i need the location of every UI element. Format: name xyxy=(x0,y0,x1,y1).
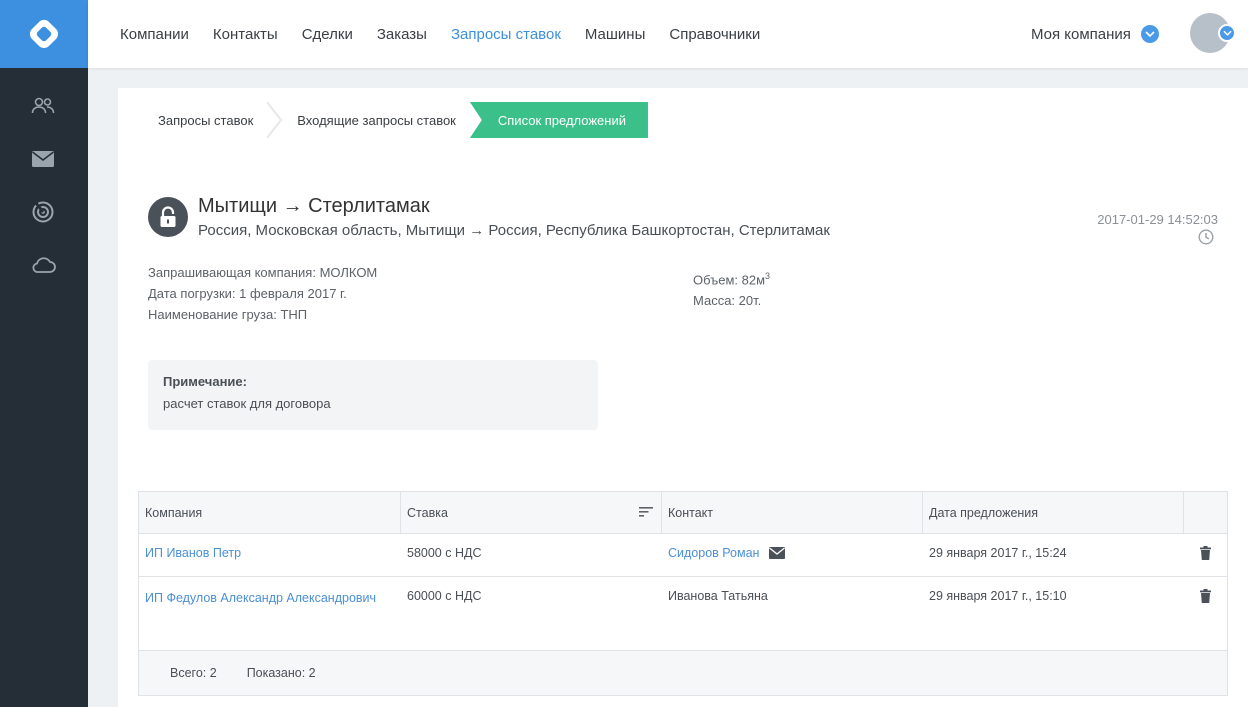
request-timestamp: 2017-01-29 14:52:03 xyxy=(1097,212,1218,227)
app-logo[interactable] xyxy=(0,0,88,68)
route-to: Стерлитамак xyxy=(308,195,430,217)
top-navigation: Компании Контакты Сделки Заказы Запросы … xyxy=(88,0,1248,68)
route-from: Мытищи xyxy=(198,195,277,217)
cell-offer-date: 29 января 2017 г., 15:10 xyxy=(929,589,1067,603)
nav-directories[interactable]: Справочники xyxy=(669,26,760,43)
nav-rate-requests[interactable]: Запросы ставок xyxy=(451,26,561,43)
cell-offer-date: 29 января 2017 г., 15:24 xyxy=(929,546,1067,560)
cell-contact: Сидоров Роман xyxy=(662,534,923,576)
table-row: ИП Иванов Петр 58000 с НДС Сидоров Роман… xyxy=(139,534,1227,577)
mail-icon[interactable] xyxy=(768,547,785,559)
cell-company: ИП Федулов Александр Александрович xyxy=(139,577,401,650)
breadcrumb-offers-list[interactable]: Список предложений xyxy=(469,102,648,138)
column-contact[interactable]: Контакт xyxy=(662,492,923,533)
breadcrumb-rate-requests[interactable]: Запросы ставок xyxy=(142,102,253,138)
nav-orders[interactable]: Заказы xyxy=(377,26,427,43)
requesting-company: Запрашивающая компания: МОЛКОМ xyxy=(148,265,378,280)
cell-actions xyxy=(1184,534,1227,576)
column-actions xyxy=(1184,492,1227,533)
route-subtitle: Россия, Московская область, Мытищи → Рос… xyxy=(198,222,830,239)
cargo-mass: Масса: 20т. xyxy=(693,293,762,309)
cell-company: ИП Иванов Петр xyxy=(139,534,401,576)
trash-icon[interactable] xyxy=(1200,546,1211,560)
note-title: Примечание: xyxy=(163,374,247,389)
clock-icon xyxy=(1198,229,1214,245)
nav-contacts[interactable]: Контакты xyxy=(213,26,278,43)
cargo-params: Объем: 82м3 Масса: 20т. xyxy=(693,266,770,311)
cloud-icon[interactable] xyxy=(29,253,57,277)
chevron-down-icon xyxy=(1218,24,1236,42)
note-box: Примечание: расчет ставок для договора xyxy=(148,360,598,430)
table-header: Компания Ставка Контакт Дата предложения xyxy=(139,492,1227,534)
column-company[interactable]: Компания xyxy=(139,492,401,533)
user-menu[interactable] xyxy=(1189,13,1245,53)
company-selector[interactable]: Моя компания xyxy=(1031,0,1159,68)
breadcrumb: Запросы ставок Входящие запросы ставок С… xyxy=(142,102,648,138)
column-rate-label: Ставка xyxy=(407,505,448,520)
users-icon[interactable] xyxy=(29,94,57,118)
column-offer-date[interactable]: Дата предложения xyxy=(923,492,1184,533)
request-details: Запрашивающая компания: МОЛКОМ Дата погр… xyxy=(148,262,377,325)
company-link[interactable]: ИП Федулов Александр Александрович xyxy=(145,591,376,605)
trash-icon[interactable] xyxy=(1200,589,1211,603)
contact-link[interactable]: Сидоров Роман xyxy=(668,546,759,560)
cell-rate: 58000 с НДС xyxy=(407,546,482,560)
content-card: Запросы ставок Входящие запросы ставок С… xyxy=(118,88,1248,707)
nav-companies[interactable]: Компании xyxy=(120,26,189,43)
column-rate[interactable]: Ставка xyxy=(401,492,662,533)
cell-actions xyxy=(1184,577,1227,650)
company-link[interactable]: ИП Иванов Петр xyxy=(145,546,241,560)
chevron-down-icon xyxy=(1140,25,1159,43)
nav-vehicles[interactable]: Машины xyxy=(585,26,645,43)
sort-icon[interactable] xyxy=(639,506,653,518)
table-footer: Всего: 2 Показано: 2 xyxy=(139,651,1227,695)
breadcrumb-separator-icon xyxy=(266,102,283,138)
cell-contact: Иванова Татьяна xyxy=(668,589,768,603)
nav-deals[interactable]: Сделки xyxy=(302,26,353,43)
mail-icon[interactable] xyxy=(29,147,57,171)
breadcrumb-incoming-requests[interactable]: Входящие запросы ставок xyxy=(297,102,456,138)
offers-table: Компания Ставка Контакт Дата предложения… xyxy=(138,491,1228,696)
shown-count: Показано: 2 xyxy=(246,666,316,680)
radar-icon[interactable] xyxy=(29,200,57,224)
cargo-name: Наименование груза: ТНП xyxy=(148,307,308,322)
table-row: ИП Федулов Александр Александрович 60000… xyxy=(139,577,1227,651)
cargo-volume: Объем: 82м3 xyxy=(693,271,771,288)
lock-icon xyxy=(148,197,188,237)
route-arrow: → xyxy=(282,195,303,217)
note-text: расчет ставок для договора xyxy=(163,396,331,411)
route-title: Мытищи → Стерлитамак xyxy=(198,195,430,218)
company-label: Моя компания xyxy=(1031,25,1131,43)
logo-icon xyxy=(29,19,59,49)
total-count: Всего: 2 xyxy=(170,666,217,680)
main-nav: Компании Контакты Сделки Заказы Запросы … xyxy=(120,0,784,68)
sidebar xyxy=(0,0,88,707)
cell-rate: 60000 с НДС xyxy=(407,589,482,603)
loading-date: Дата погрузки: 1 февраля 2017 г. xyxy=(148,286,347,301)
